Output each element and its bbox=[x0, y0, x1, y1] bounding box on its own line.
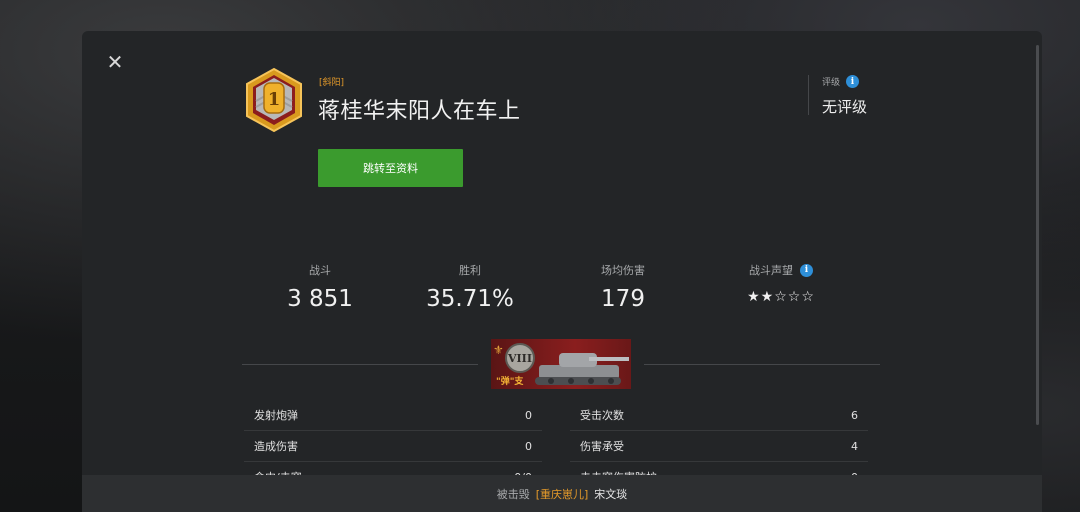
mastery-mark-icon: ⚜ bbox=[493, 343, 504, 357]
detail-value: 6 bbox=[851, 408, 858, 422]
stat-label-row: 战斗声望 i bbox=[701, 263, 861, 277]
player-name: 蒋桂华末阳人在车上 bbox=[318, 99, 521, 124]
info-icon[interactable]: i bbox=[800, 263, 813, 277]
close-icon: ✕ bbox=[106, 50, 124, 74]
killer-clan-tag: [重庆崽儿] bbox=[535, 487, 589, 501]
reputation-stars: ★★☆☆☆ bbox=[747, 289, 815, 305]
destroyed-by-label: 被击毁 bbox=[496, 487, 530, 501]
table-row: 受击次数 6 bbox=[570, 400, 868, 431]
killer-name[interactable]: 宋文琰 bbox=[594, 486, 627, 502]
stat-label: 战斗 bbox=[309, 264, 331, 277]
svg-text:1: 1 bbox=[268, 89, 281, 110]
rating-value: 无评级 bbox=[822, 98, 868, 116]
tank-name: "弹"支 bbox=[496, 377, 524, 387]
tank-card[interactable]: ⚜ VIII "弹"支 bbox=[491, 339, 631, 389]
player-card-panel: ✕ 1 [斜阳] 蒋桂华末阳人在车上 跳转至资料 评级 i 无评级 战斗 3 8… bbox=[82, 31, 1042, 512]
detail-value: 4 bbox=[851, 439, 858, 453]
stat-label: 战斗声望 bbox=[749, 264, 793, 277]
stat-reputation: 战斗声望 i ★★☆☆☆ bbox=[701, 263, 861, 305]
detail-value: 0 bbox=[525, 408, 532, 422]
detail-label: 发射炮弹 bbox=[254, 409, 298, 422]
stat-label: 胜利 bbox=[459, 264, 481, 277]
table-row: 造成伤害 0 bbox=[244, 431, 542, 462]
stats-row: 战斗 3 851 胜利 35.71% 场均伤害 179 战斗声望 i ★★☆☆☆ bbox=[240, 263, 880, 323]
stat-label: 场均伤害 bbox=[601, 264, 645, 277]
stat-value: 179 bbox=[601, 286, 645, 312]
rank-badge-icon: 1 bbox=[246, 67, 302, 133]
destroyed-by-footer: 被击毁 [重庆崽儿] 宋文琰 bbox=[82, 475, 1042, 512]
table-row: 发射炮弹 0 bbox=[244, 400, 542, 431]
divider bbox=[242, 364, 478, 365]
rating-label-row: 评级 i bbox=[822, 75, 867, 88]
stat-battles: 战斗 3 851 bbox=[240, 263, 400, 312]
stat-wins: 胜利 35.71% bbox=[390, 263, 550, 312]
stat-avg-damage: 场均伤害 179 bbox=[543, 263, 703, 312]
tank-icon bbox=[535, 353, 629, 385]
detail-label: 造成伤害 bbox=[254, 440, 298, 453]
divider bbox=[644, 364, 880, 365]
clan-tag: [斜阳] bbox=[319, 78, 345, 88]
info-icon[interactable]: i bbox=[846, 75, 860, 88]
rating-label: 评级 bbox=[822, 78, 841, 88]
stat-value: 3 851 bbox=[287, 286, 353, 312]
go-to-profile-button[interactable]: 跳转至资料 bbox=[318, 149, 463, 187]
detail-label: 伤害承受 bbox=[580, 440, 624, 453]
rating-section: 评级 i 无评级 bbox=[808, 75, 868, 116]
stat-value: 35.71% bbox=[426, 286, 514, 312]
scrollbar[interactable] bbox=[1036, 45, 1039, 425]
close-button[interactable]: ✕ bbox=[104, 51, 126, 73]
detail-label: 受击次数 bbox=[580, 409, 624, 422]
detail-value: 0 bbox=[525, 439, 532, 453]
table-row: 伤害承受 4 bbox=[570, 431, 868, 462]
